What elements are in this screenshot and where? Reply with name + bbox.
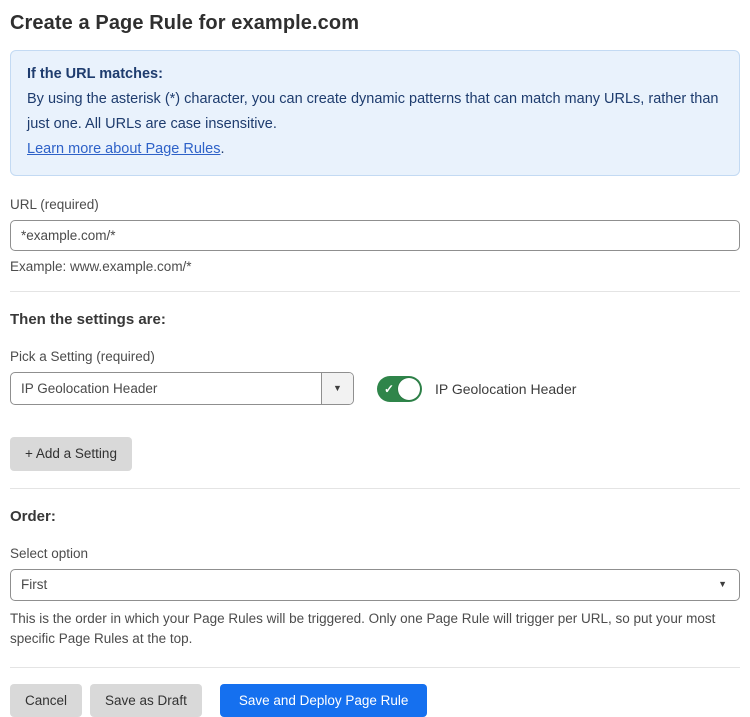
info-box-body: By using the asterisk (*) character, you…: [27, 87, 723, 137]
info-box-heading: If the URL matches:: [27, 62, 723, 87]
url-match-info-box: If the URL matches: By using the asteris…: [10, 50, 740, 176]
order-select[interactable]: First ▼: [10, 569, 740, 601]
setting-select-value: IP Geolocation Header: [11, 373, 321, 404]
ip-geolocation-toggle[interactable]: ✓: [377, 376, 422, 402]
info-box-link-line: Learn more about Page Rules.: [27, 137, 723, 162]
order-select-value: First: [11, 570, 718, 600]
url-input[interactable]: [10, 220, 740, 251]
setting-row: IP Geolocation Header ▼ ✓ IP Geolocation…: [10, 372, 740, 405]
divider: [10, 291, 740, 292]
save-deploy-button[interactable]: Save and Deploy Page Rule: [220, 684, 428, 717]
url-label: URL (required): [10, 197, 740, 212]
order-select-label: Select option: [10, 546, 740, 561]
order-heading: Order:: [10, 508, 740, 525]
page-title: Create a Page Rule for example.com: [10, 12, 740, 35]
chevron-down-icon: ▼: [718, 580, 727, 589]
setting-select[interactable]: IP Geolocation Header ▼: [10, 372, 354, 405]
order-helper: This is the order in which your Page Rul…: [10, 609, 730, 649]
create-page-rule-form: Create a Page Rule for example.com If th…: [0, 0, 750, 687]
divider: [10, 667, 740, 668]
setting-picker-label: Pick a Setting (required): [10, 349, 740, 364]
divider: [10, 488, 740, 489]
save-draft-button[interactable]: Save as Draft: [90, 684, 202, 717]
link-suffix: .: [220, 141, 224, 157]
toggle-knob: [398, 378, 420, 400]
learn-more-link[interactable]: Learn more about Page Rules: [27, 141, 220, 157]
order-select-caret: ▼: [718, 570, 739, 600]
cancel-button[interactable]: Cancel: [10, 684, 82, 717]
add-setting-button[interactable]: + Add a Setting: [10, 437, 132, 471]
footer-actions: Cancel Save as Draft Save and Deploy Pag…: [10, 684, 740, 717]
url-helper: Example: www.example.com/*: [10, 259, 740, 274]
settings-heading: Then the settings are:: [10, 311, 740, 328]
setting-select-arrow-button[interactable]: ▼: [321, 373, 353, 404]
check-icon: ✓: [384, 382, 394, 396]
toggle-label: IP Geolocation Header: [435, 381, 576, 397]
chevron-down-icon: ▼: [333, 384, 342, 393]
